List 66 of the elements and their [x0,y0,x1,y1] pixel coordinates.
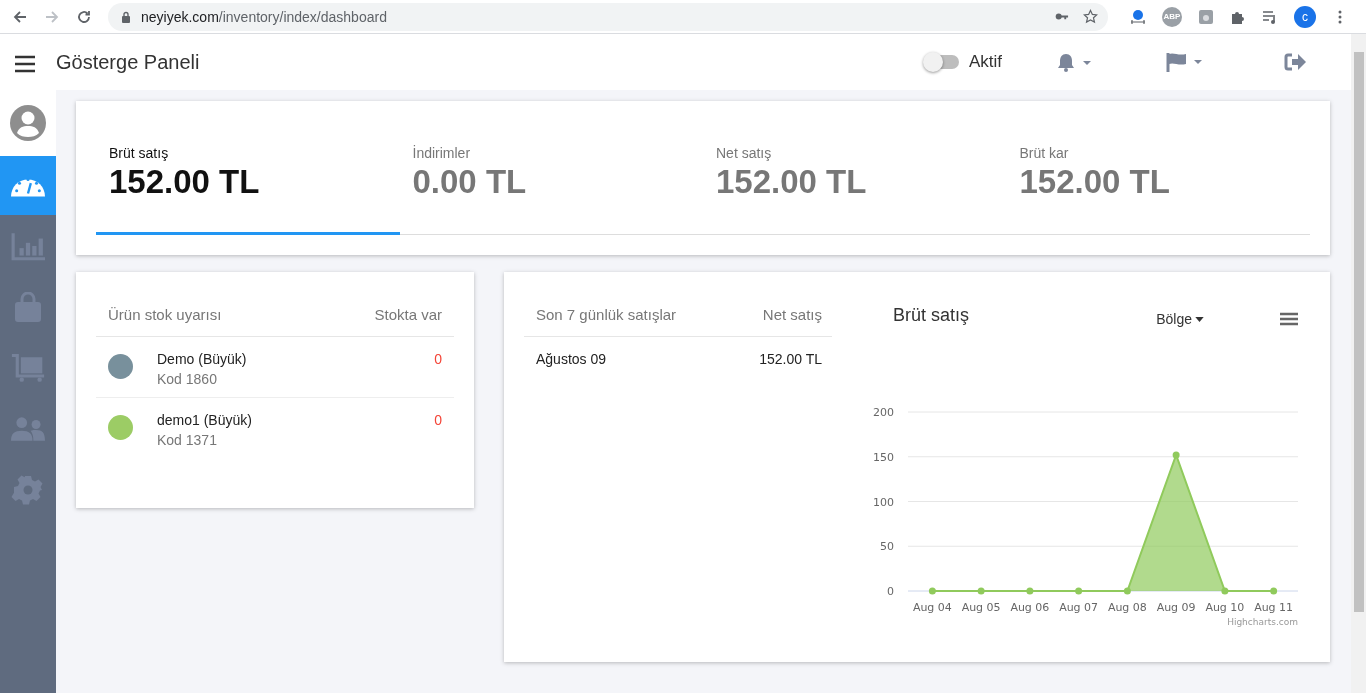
playlist-icon[interactable] [1262,8,1278,25]
data-point [977,587,985,595]
product-name: Demo (Büyük) [157,351,248,367]
menu-icon[interactable] [15,55,35,73]
x-axis-label: Aug 06 [1010,601,1050,614]
stat-tab[interactable]: Net satış 152.00 TL [703,101,1007,235]
product-code: Kod 1860 [157,371,218,387]
bell-icon[interactable] [1057,52,1091,72]
hand-truck-icon [11,352,45,383]
y-axis-label: 100 [873,495,894,509]
x-axis-label: Aug 05 [961,601,1001,614]
column-header: Net satış [762,306,822,323]
data-point [1270,587,1278,595]
table-cell: Ağustos 09 [536,351,607,367]
logout-icon[interactable] [1284,53,1306,71]
data-point [1221,587,1229,595]
url-text: neyiyek.com/inventory/index/dashboard [141,8,388,25]
chart-credit[interactable]: Highcharts.com [1227,617,1298,627]
x-axis-label: Aug 04 [912,601,952,614]
x-axis-label: Aug 07 [1059,601,1099,614]
page-title: Gösterge Paneli [56,50,200,74]
data-point [1075,587,1083,595]
stat-tab[interactable]: İndirimler 0.00 TL [399,101,703,235]
adblock-icon[interactable]: ABP [1162,6,1182,27]
flag-icon[interactable] [1166,52,1204,72]
data-point [928,587,936,595]
y-axis-label: 0 [887,585,894,598]
product-name: demo1 (Büyük) [157,412,253,428]
bar-chart-icon [11,230,45,261]
scrollbar[interactable] [1351,34,1366,693]
data-point [1172,451,1180,459]
stock-count: 0 [434,351,442,367]
caret-icon [1195,316,1204,322]
toggle-switch[interactable] [924,55,959,69]
column-header: Stokta var [374,306,442,323]
product-code: Kod 1371 [157,432,218,448]
extension-icon[interactable] [1130,8,1146,25]
y-axis-label: 50 [880,540,894,554]
y-axis-label: 150 [873,450,894,464]
stock-count: 0 [434,412,442,428]
region-dropdown[interactable]: Bölge [1156,311,1204,327]
toggle-label: Aktif [968,52,1002,72]
x-axis-label: Aug 09 [1156,601,1196,614]
star-icon[interactable] [1083,9,1098,24]
settings-icon [11,474,45,505]
sidebar-item[interactable] [0,156,56,215]
chart-title: Brüt satış [893,304,970,326]
back-icon[interactable] [12,8,28,25]
profile-avatar[interactable]: c [1294,5,1316,28]
x-axis-label: Aug 10 [1205,601,1245,614]
data-point [1026,587,1034,595]
reload-icon[interactable] [76,8,92,25]
column-header: Son 7 günlük satışlar [536,306,677,323]
y-axis-label: 200 [873,406,894,419]
stat-tab[interactable]: Brüt satış 152.00 TL [96,101,400,235]
table-cell: 152.00 TL [759,351,822,367]
data-point [1123,587,1131,595]
stat-tab[interactable]: Brüt kar 152.00 TL [1006,101,1310,235]
x-axis-label: Aug 08 [1107,601,1147,614]
x-axis-label: Aug 11 [1254,601,1294,614]
column-header: Ürün stok uyarısı [108,306,222,323]
menu-icon[interactable] [1280,312,1298,326]
lock-icon [121,10,131,23]
address-bar[interactable]: neyiyek.com/inventory/index/dashboard [108,2,1108,31]
extension-icon[interactable] [1198,8,1214,25]
user-avatar-icon[interactable] [10,105,46,141]
